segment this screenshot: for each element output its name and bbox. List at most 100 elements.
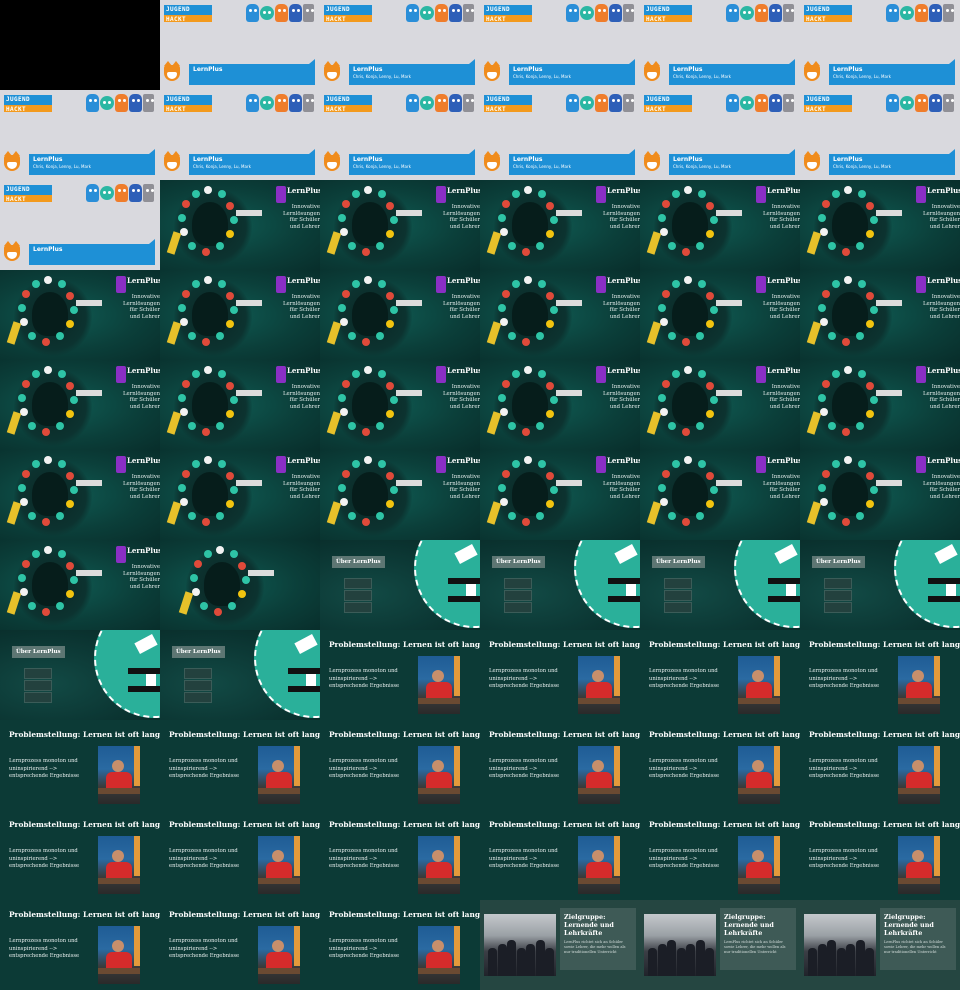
silhouette xyxy=(672,472,708,516)
slide-thumbnail-problem[interactable]: Problemstellung: Lernen ist oft langweil… xyxy=(480,630,640,720)
lernplus-logo-icon xyxy=(916,186,926,203)
slide-thumbnail-problem[interactable]: Problemstellung: Lernen ist oft langweil… xyxy=(800,810,960,900)
slide-thumbnail-problem[interactable]: Problemstellung: Lernen ist oft langweil… xyxy=(160,720,320,810)
slide-thumbnail-ueber[interactable]: Über LernPlus xyxy=(160,630,320,720)
slide-thumbnail-lernplus[interactable]: LernPlus Innovative Lernlösungen für Schü… xyxy=(800,270,960,360)
slide-thumbnail-lernplus[interactable]: LernPlus Innovative Lernlösungen für Schü… xyxy=(800,450,960,540)
network-node-icon xyxy=(660,408,668,416)
slide-thumbnail-problem[interactable]: Problemstellung: Lernen ist oft langweil… xyxy=(480,810,640,900)
slide-thumbnail-lernplus[interactable]: LernPlus Innovative Lernlösungen für Schü… xyxy=(160,360,320,450)
slide-thumbnail-lernplus[interactable]: LernPlus Innovative Lernlösungen für Schü… xyxy=(160,270,320,360)
network-node-icon xyxy=(200,602,208,610)
slide-thumbnail-zielgruppe[interactable]: Zielgruppe: Lernende und Lehrkräfte LernP… xyxy=(480,900,640,990)
slide-thumbnail-lernplus[interactable]: LernPlus Innovative Lernlösungen für Schü… xyxy=(640,360,800,450)
slide-thumbnail-problem[interactable]: Problemstellung: Lernen ist oft langweil… xyxy=(640,630,800,720)
slide-thumbnail-problem[interactable]: Problemstellung: Lernen ist oft langweil… xyxy=(0,900,160,990)
slide-thumbnail-problem[interactable]: Problemstellung: Lernen ist oft langweil… xyxy=(640,810,800,900)
slide-thumbnail-lernplus[interactable]: LernPlus Innovative Lernlösungen für Schü… xyxy=(640,180,800,270)
slide-thumbnail-lernplus[interactable]: LernPlus Innovative Lernlösungen für Schü… xyxy=(320,360,480,450)
slide-thumbnail-lernplus[interactable]: LernPlus Innovative Lernlösungen für Schü… xyxy=(800,180,960,270)
network-node-icon xyxy=(352,190,360,198)
slide-thumbnail-problem[interactable]: Problemstellung: Lernen ist oft langweil… xyxy=(320,810,480,900)
slide-thumbnail-problem[interactable]: Problemstellung: Lernen ist oft langweil… xyxy=(0,810,160,900)
navy-robot-icon xyxy=(769,4,782,22)
silhouette xyxy=(672,382,708,426)
network-node-icon xyxy=(228,602,236,610)
network-node-icon xyxy=(524,276,532,284)
slide-thumbnail-lernplus[interactable]: LernPlus Innovative Lernlösungen für Schü… xyxy=(320,180,480,270)
slide-thumbnail-title[interactable]: JUGEND HACKT LernPlus Chris, Konja, Lenny,… xyxy=(0,90,160,180)
slide-thumbnail-title[interactable]: JUGEND HACKT LernPlus Chris, Konja, Lenny,… xyxy=(160,90,320,180)
problem-body: Lernprozess monoton und uninspirierend -… xyxy=(169,848,240,869)
slide-thumbnail-title[interactable]: JUGEND HACKT LernPlus Chris, Konja, Lenny,… xyxy=(800,90,960,180)
slide-thumbnail-problem[interactable]: Problemstellung: Lernen ist oft langweil… xyxy=(480,720,640,810)
lernplus-name: LernPlus xyxy=(767,456,800,465)
network-node-icon xyxy=(376,332,384,340)
lernplus-logo-icon xyxy=(436,276,446,293)
title-banner: LernPlus Chris, Konja, Lenny, Lu, Mark xyxy=(509,59,635,85)
slide-thumbnail-problem[interactable]: Problemstellung: Lernen ist oft langweil… xyxy=(320,720,480,810)
blue-robot-icon xyxy=(406,4,419,22)
slide-thumbnail-problem[interactable]: Problemstellung: Lernen ist oft langweil… xyxy=(800,720,960,810)
lernplus-name: LernPlus xyxy=(927,276,960,285)
slide-thumbnail-lernplus[interactable]: LernPlus Innovative Lernlösungen für Schü… xyxy=(640,450,800,540)
slide-thumbnail-ueber[interactable]: Über LernPlus xyxy=(800,540,960,630)
teal-robot-icon xyxy=(420,96,434,110)
slide-thumbnail-title[interactable]: JUGEND HACKT LernPlus Chris, Konja, Lenny,… xyxy=(640,90,800,180)
silhouette xyxy=(192,292,228,336)
network-node-icon xyxy=(216,512,224,520)
slide-thumbnail-zielgruppe[interactable]: Zielgruppe: Lernende und Lehrkräfte LernP… xyxy=(640,900,800,990)
slide-thumbnail-lernplus[interactable]: LernPlus Innovative Lernlösungen für Schü… xyxy=(320,450,480,540)
slide-thumbnail-lernplus[interactable]: LernPlus Innovative Lernlösungen für Schü… xyxy=(800,360,960,450)
network-node-icon xyxy=(546,410,554,418)
slide-thumbnail-lernplus[interactable]: LernPlus Innovative Lernlösungen für Schü… xyxy=(160,180,320,270)
slide-thumbnail-ueber[interactable]: Über LernPlus xyxy=(640,540,800,630)
slide-thumbnail-title[interactable]: JUGEND HACKT LernPlus Chris, Konja, Lenny,… xyxy=(640,0,800,90)
network-node-icon xyxy=(524,456,532,464)
slide-thumbnail-problem[interactable]: Problemstellung: Lernen ist oft langweil… xyxy=(160,810,320,900)
slide-thumbnail-lernplus[interactable]: LernPlus Innovative Lernlösungen für Schü… xyxy=(320,270,480,360)
slide-thumbnail-problem[interactable]: Problemstellung: Lernen ist oft langweil… xyxy=(320,630,480,720)
lernplus-logo-icon xyxy=(596,456,606,473)
slide-thumbnail-title[interactable]: JUGEND HACKT LernPlus xyxy=(0,180,160,270)
slide-thumbnail-ueber[interactable]: Über LernPlus xyxy=(320,540,480,630)
slide-thumbnail-title[interactable]: JUGEND HACKT LernPlus Chris, Konja, Lenny,… xyxy=(800,0,960,90)
mini-thumbnail xyxy=(184,680,212,691)
slide-thumbnail-title[interactable]: JUGEND HACKT LernPlus Chris, Konja, Lenny,… xyxy=(480,90,640,180)
slide-thumbnail-problem[interactable]: Problemstellung: Lernen ist oft langweil… xyxy=(320,900,480,990)
label-bar xyxy=(236,480,262,486)
slide-thumbnail-lernplus[interactable]: LernPlus Innovative Lernlösungen für Schü… xyxy=(480,450,640,540)
slide-thumbnail-title[interactable]: JUGEND HACKT LernPlus Chris, Konja, Lenny,… xyxy=(480,0,640,90)
network-node-icon xyxy=(390,486,398,494)
white-block-graphic xyxy=(946,584,956,596)
slide-thumbnail-zielgruppe[interactable]: Zielgruppe: Lernende und Lehrkräfte LernP… xyxy=(800,900,960,990)
slide-thumbnail-lernplus[interactable] xyxy=(160,540,320,630)
slide-thumbnail-lernplus[interactable]: LernPlus Innovative Lernlösungen für Schü… xyxy=(0,450,160,540)
mini-thumbnail xyxy=(24,668,52,679)
slide-thumbnail-ueber[interactable]: Über LernPlus xyxy=(0,630,160,720)
lernplus-logo-icon xyxy=(596,276,606,293)
problem-title: Problemstellung: Lernen ist oft langweil… xyxy=(649,640,800,649)
jugend-hackt-logo: JUGEND HACKT xyxy=(644,5,692,23)
slide-thumbnail-problem[interactable]: Problemstellung: Lernen ist oft langweil… xyxy=(640,720,800,810)
network-node-icon xyxy=(500,408,508,416)
slide-thumbnail-lernplus[interactable]: LernPlus Innovative Lernlösungen für Schü… xyxy=(480,360,640,450)
slide-thumbnail-title[interactable]: JUGEND HACKT LernPlus Chris, Konja, Lenny,… xyxy=(320,0,480,90)
slide-thumbnail-lernplus[interactable]: LernPlus Innovative Lernlösungen für Schü… xyxy=(0,360,160,450)
lernplus-name: LernPlus xyxy=(287,456,320,465)
slide-thumbnail-problem[interactable]: Problemstellung: Lernen ist oft langweil… xyxy=(160,900,320,990)
problem-body: Lernprozess monoton und uninspirierend -… xyxy=(809,848,880,869)
slide-thumbnail-lernplus[interactable]: LernPlus Innovative Lernlösungen für Schü… xyxy=(640,270,800,360)
slide-thumbnail-lernplus[interactable]: LernPlus Innovative Lernlösungen für Schü… xyxy=(480,180,640,270)
slide-thumbnail-lernplus[interactable]: LernPlus Innovative Lernlösungen für Schü… xyxy=(0,540,160,630)
slide-thumbnail-title[interactable]: JUGEND HACKT LernPlus xyxy=(160,0,320,90)
lernplus-logo-icon xyxy=(116,546,126,563)
slide-thumbnail-lernplus[interactable]: LernPlus Innovative Lernlösungen für Schü… xyxy=(160,450,320,540)
lernplus-name: LernPlus xyxy=(127,456,160,465)
slide-thumbnail-title[interactable]: JUGEND HACKT LernPlus Chris, Konja, Lenny,… xyxy=(320,90,480,180)
slide-thumbnail-problem[interactable]: Problemstellung: Lernen ist oft langweil… xyxy=(800,630,960,720)
slide-thumbnail-lernplus[interactable]: LernPlus Innovative Lernlösungen für Schü… xyxy=(0,270,160,360)
slide-thumbnail-lernplus[interactable]: LernPlus Innovative Lernlösungen für Schü… xyxy=(480,270,640,360)
slide-thumbnail-problem[interactable]: Problemstellung: Lernen ist oft langweil… xyxy=(0,720,160,810)
slide-thumbnail-ueber[interactable]: Über LernPlus xyxy=(480,540,640,630)
